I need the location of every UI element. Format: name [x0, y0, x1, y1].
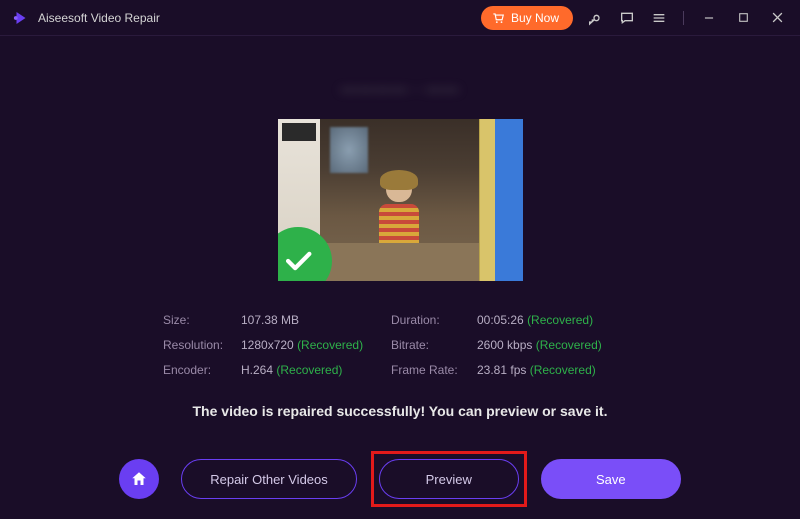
- save-button[interactable]: Save: [541, 459, 681, 499]
- repair-other-videos-button[interactable]: Repair Other Videos: [181, 459, 357, 499]
- bitrate-value: 2600 kbps (Recovered): [477, 338, 637, 352]
- video-details: Size: 107.38 MB Duration: 00:05:26 (Reco…: [163, 313, 637, 377]
- maximize-button[interactable]: [732, 7, 754, 29]
- video-thumbnail: [278, 119, 523, 281]
- titlebar-right: Buy Now: [481, 6, 788, 30]
- size-label: Size:: [163, 313, 241, 327]
- framerate-label: Frame Rate:: [391, 363, 477, 377]
- duration-value: 00:05:26 (Recovered): [477, 313, 637, 327]
- titlebar: Aiseesoft Video Repair Buy Now: [0, 0, 800, 36]
- buy-now-button[interactable]: Buy Now: [481, 6, 573, 30]
- minimize-button[interactable]: [698, 7, 720, 29]
- encoder-label: Encoder:: [163, 363, 241, 377]
- bitrate-label: Bitrate:: [391, 338, 477, 352]
- preview-button[interactable]: Preview: [379, 459, 519, 499]
- encoder-value: H.264 (Recovered): [241, 363, 391, 377]
- close-button[interactable]: [766, 7, 788, 29]
- success-message: The video is repaired successfully! You …: [193, 403, 608, 419]
- resolution-value: 1280x720 (Recovered): [241, 338, 391, 352]
- titlebar-separator: [683, 11, 684, 25]
- cart-icon: [491, 11, 505, 25]
- app-title: Aiseesoft Video Repair: [38, 11, 160, 25]
- resolution-label: Resolution:: [163, 338, 241, 352]
- filename-blurred: ———— · ——: [340, 81, 459, 99]
- home-button[interactable]: [119, 459, 159, 499]
- titlebar-left: Aiseesoft Video Repair: [12, 9, 160, 27]
- action-footer: Repair Other Videos Preview Save: [0, 459, 800, 499]
- feedback-icon[interactable]: [617, 8, 637, 28]
- key-icon[interactable]: [585, 8, 605, 28]
- framerate-value: 23.81 fps (Recovered): [477, 363, 637, 377]
- app-logo-icon: [12, 9, 30, 27]
- size-value: 107.38 MB: [241, 313, 391, 327]
- buy-now-label: Buy Now: [511, 11, 559, 25]
- menu-icon[interactable]: [649, 8, 669, 28]
- duration-label: Duration:: [391, 313, 477, 327]
- content-area: ———— · —— Size: 107.38 MB Duration: 00:0…: [0, 36, 800, 519]
